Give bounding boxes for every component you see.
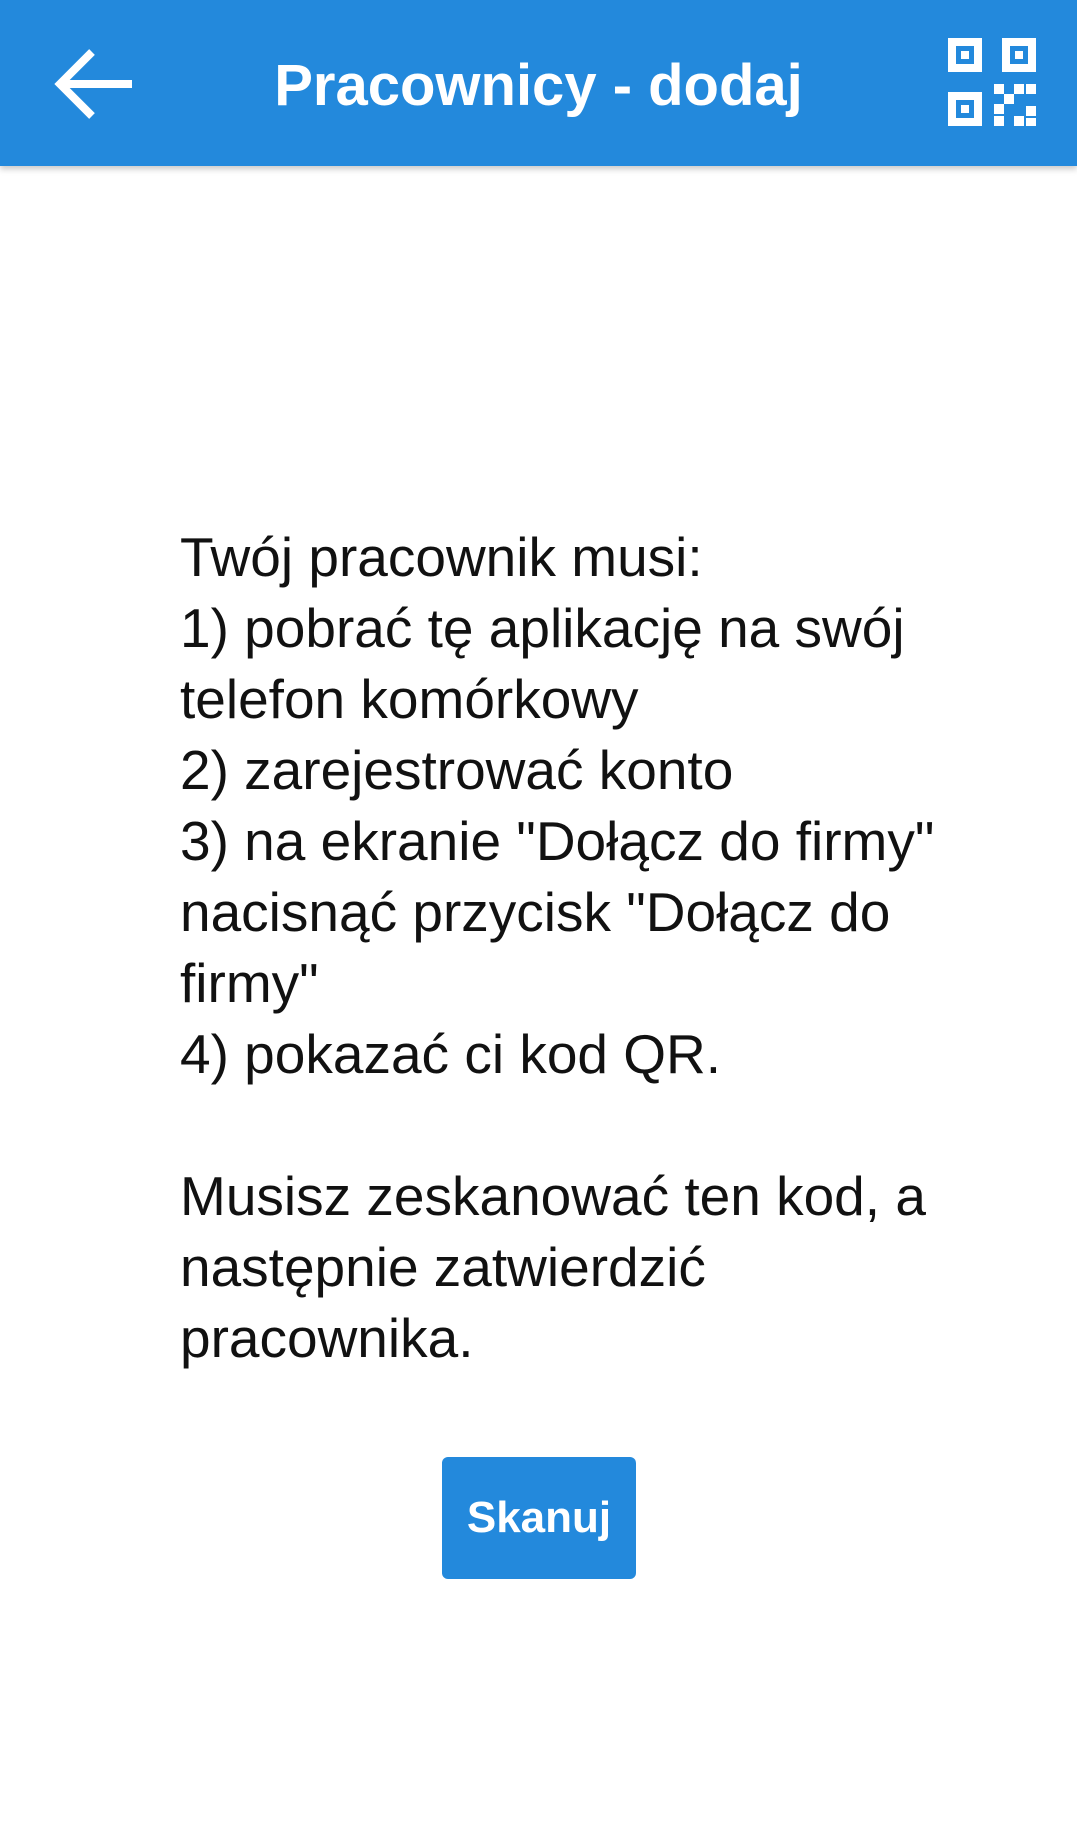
- app-bar: Pracownicy - dodaj: [0, 0, 1077, 166]
- page-title: Pracownicy - dodaj: [274, 53, 803, 118]
- app-screen: Pracownicy - dodaj Twój pracownik musi: …: [0, 0, 1077, 1846]
- arrow-left-icon: [54, 49, 132, 119]
- qr-code-icon: [948, 38, 1036, 126]
- scan-button[interactable]: Skanuj: [442, 1457, 636, 1579]
- instructions-text: Twój pracownik musi: 1) pobrać tę aplika…: [180, 526, 935, 1369]
- back-button[interactable]: [50, 44, 138, 124]
- qr-code-button[interactable]: [948, 38, 1036, 126]
- instructions-container: Twój pracownik musi: 1) pobrać tę aplika…: [180, 522, 980, 1374]
